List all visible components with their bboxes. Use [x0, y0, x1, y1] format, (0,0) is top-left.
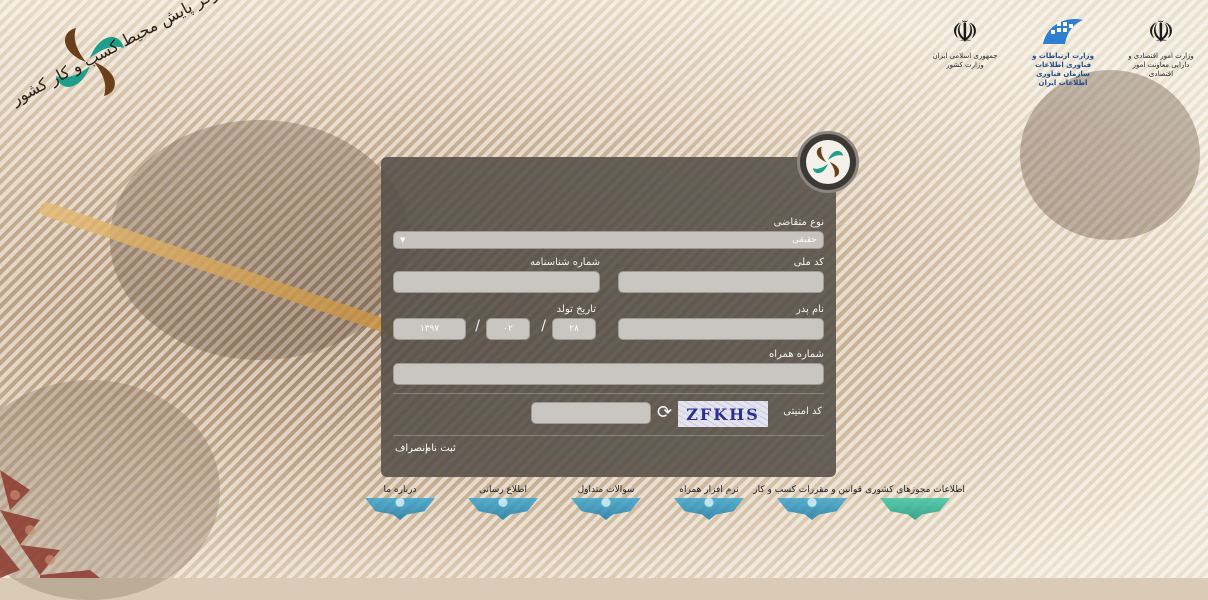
ornament-icon: [674, 498, 744, 520]
chevron-down-icon: ▼: [400, 236, 406, 244]
date-separator: /: [541, 318, 546, 334]
pinwheel-logo-icon: [806, 140, 850, 184]
nav-business-laws[interactable]: قوانین و مقررات کسب و کار: [753, 485, 862, 525]
birth-year-input[interactable]: [393, 318, 466, 340]
org-caption: جمهوری اسلامی ایران وزارت کشور: [932, 52, 998, 69]
date-separator: /: [475, 318, 480, 334]
birth-month-input[interactable]: [486, 318, 530, 340]
nav-label: نرم افزار همراه: [679, 485, 739, 495]
register-button[interactable]: ثبت نام: [425, 443, 456, 454]
government-logos: ☫ وزارت امور اقتصادی و دارایی معاونت امو…: [926, 14, 1200, 88]
mobile-input[interactable]: [393, 363, 824, 385]
birth-day-input[interactable]: [552, 318, 596, 340]
panel-logo-badge: [797, 131, 859, 193]
itc-logo-icon: [1043, 19, 1083, 44]
ornament-icon: [571, 498, 641, 520]
refresh-captcha-icon[interactable]: ⟳: [657, 403, 672, 423]
org-logo-interior: ☫ جمهوری اسلامی ایران وزارت کشور: [926, 14, 1004, 70]
id-number-input[interactable]: [393, 271, 600, 293]
org-logo-mefa: ☫ وزارت امور اقتصادی و دارایی معاونت امو…: [1122, 14, 1200, 79]
father-name-input[interactable]: [618, 318, 824, 340]
main-navigation: اطلاعات مجوزهای کشوری قوانین و مقررات کس…: [345, 485, 965, 525]
national-code-label: کد ملی: [793, 257, 824, 268]
emblem-icon: ☫: [1147, 15, 1175, 50]
nav-about-us[interactable]: درباره ما: [350, 485, 450, 525]
id-number-label: شماره شناسنامه: [529, 257, 600, 268]
captcha-image: ZFKHS: [678, 401, 768, 427]
nav-label: اطلاع رسانی: [479, 485, 527, 495]
national-code-input[interactable]: [618, 271, 824, 293]
nav-label: اطلاعات مجوزهای کشوری: [865, 485, 965, 495]
corner-ornament-icon: [0, 470, 100, 578]
ornament-icon: [365, 498, 435, 520]
ornament-icon: [880, 498, 950, 520]
divider: [393, 393, 824, 394]
background-shape: [1020, 70, 1200, 240]
nav-national-licenses[interactable]: اطلاعات مجوزهای کشوری: [865, 485, 965, 525]
ornament-icon: [777, 498, 847, 520]
ornament-icon: [468, 498, 538, 520]
nav-label: درباره ما: [383, 485, 417, 495]
nav-label: قوانین و مقررات کسب و کار: [753, 485, 862, 495]
org-caption: وزارت ارتباطات و فناوری اطلاعات سازمان ف…: [1032, 52, 1094, 87]
nav-label: سوالات متداول: [577, 485, 635, 495]
mobile-label: شماره همراه: [768, 349, 824, 360]
cancel-button[interactable]: انصراف: [395, 443, 428, 454]
nav-faq[interactable]: سوالات متداول: [556, 485, 656, 525]
applicant-type-select[interactable]: حقیقی ▼: [393, 231, 824, 249]
applicant-type-value: حقیقی: [792, 235, 817, 245]
divider: [393, 435, 824, 436]
birth-date-label: تاریخ تولد: [556, 304, 596, 315]
org-logo-itc: وزارت ارتباطات و فناوری اطلاعات سازمان ف…: [1024, 14, 1102, 88]
father-name-label: نام پدر: [795, 304, 824, 315]
org-caption: وزارت امور اقتصادی و دارایی معاونت امور …: [1128, 52, 1194, 78]
nav-announcements[interactable]: اطلاع رسانی: [453, 485, 553, 525]
registration-panel: نوع متقاضی حقیقی ▼ کد ملی شماره شناسنامه…: [381, 157, 836, 477]
applicant-type-label: نوع متقاضی: [773, 217, 824, 228]
captcha-label: کد امنیتی: [783, 406, 822, 417]
emblem-icon: ☫: [951, 15, 979, 50]
nav-mobile-app[interactable]: نرم افزار همراه: [659, 485, 759, 525]
captcha-input[interactable]: [531, 402, 651, 424]
brand-logo[interactable]: مرکز پایش محیط کسب و کار کشور: [8, 0, 230, 128]
